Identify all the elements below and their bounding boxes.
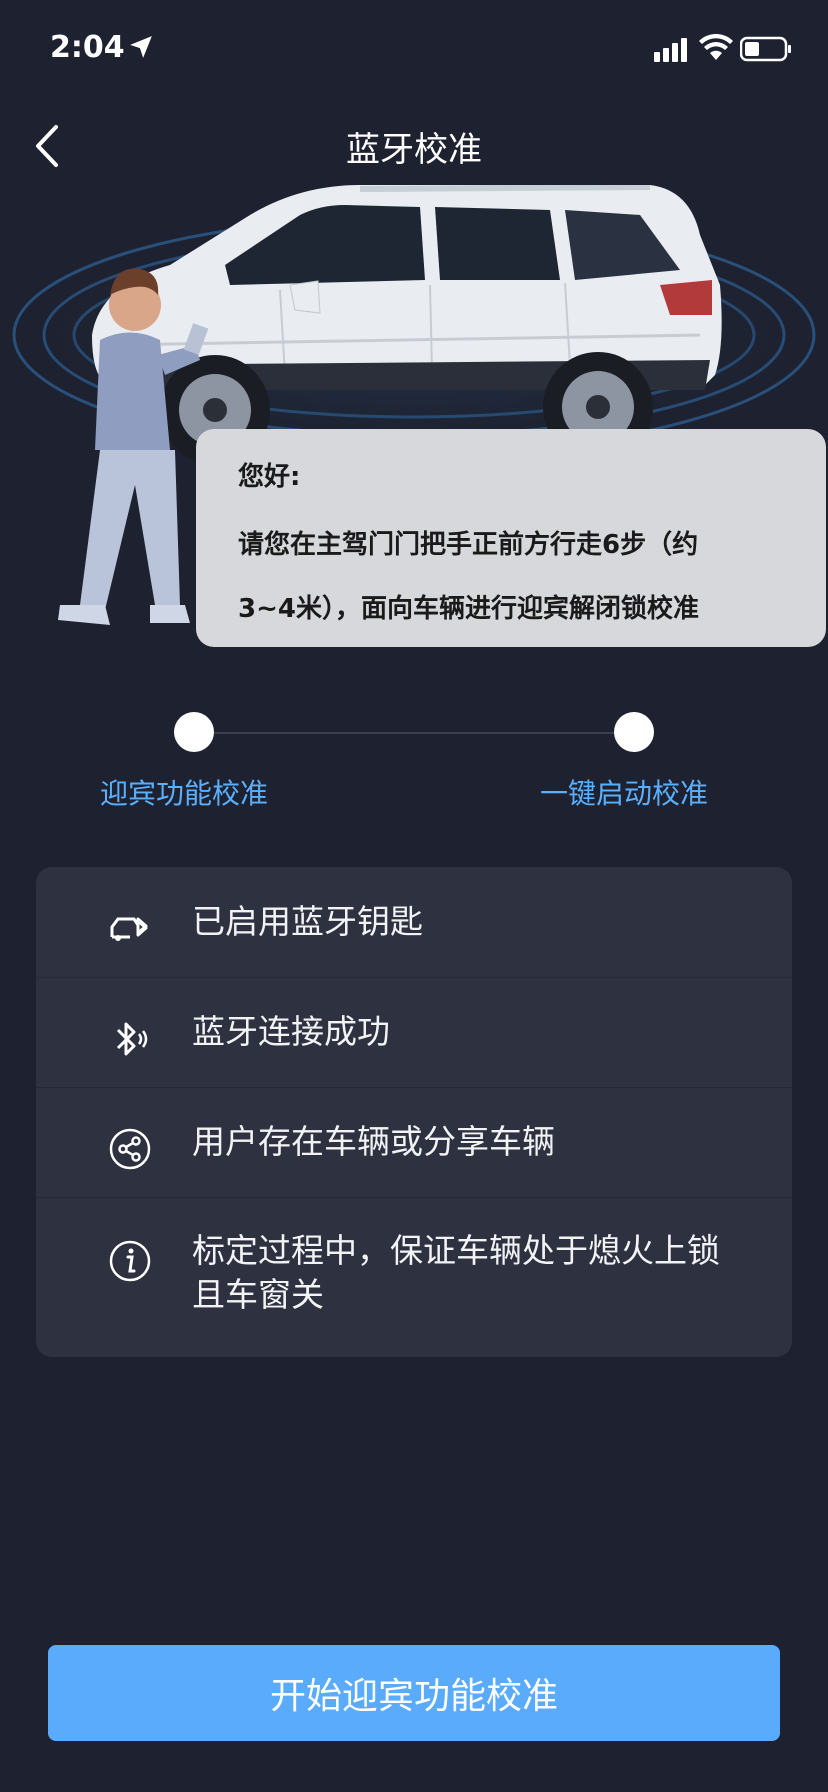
step-label-keyless-start: 一键启动校准 xyxy=(540,777,709,810)
step-dot-keyless-start xyxy=(614,712,654,752)
checklist-item: 用户存在车辆或分享车辆 xyxy=(36,1087,792,1198)
calibration-stepper: 迎宾功能校准 一键启动校准 xyxy=(0,700,828,820)
checklist-text: 已启用蓝牙钥匙 xyxy=(192,902,423,941)
checklist-item: 已启用蓝牙钥匙 xyxy=(36,867,792,978)
page-title: 蓝牙校准 xyxy=(346,130,482,170)
checklist-text: 标定过程中，保证车辆处于熄火上锁且车窗关 xyxy=(192,1231,720,1314)
greeting-card: 您好: 请您在主驾门门把手正前方行走6步（约 3~4米），面向车辆进行迎宾解闭锁… xyxy=(196,429,826,647)
greeting-line-2: 3~4米），面向车辆进行迎宾解闭锁校准 xyxy=(238,594,699,624)
battery-icon xyxy=(740,36,791,62)
greeting-line-1: 请您在主驾门门把手正前方行走6步（约 xyxy=(238,530,699,560)
start-calibration-button[interactable]: 开始迎宾功能校准 xyxy=(48,1645,780,1741)
step-dot-welcome xyxy=(174,712,214,752)
checklist-item: 标定过程中，保证车辆处于熄火上锁且车窗关 xyxy=(36,1197,792,1357)
share-icon xyxy=(109,1128,151,1170)
requirements-checklist: 已启用蓝牙钥匙 蓝牙连接成功 用户存在车辆或分享车辆 标定过程中，保证车辆处于熄… xyxy=(36,867,792,1357)
greeting-title: 您好: xyxy=(238,462,301,492)
location-arrow-icon xyxy=(130,36,152,58)
bluetooth-icon xyxy=(116,1022,148,1056)
greeting-instructions: 请您在主驾门门把手正前方行走6步（约 3~4米），面向车辆进行迎宾解闭锁校准 xyxy=(238,513,806,641)
status-bar: 2:04 xyxy=(0,0,828,100)
stepper-line xyxy=(194,732,634,734)
hero-illustration: 您好: 请您在主驾门门把手正前方行走6步（约 3~4米），面向车辆进行迎宾解闭锁… xyxy=(0,185,828,655)
checklist-text: 用户存在车辆或分享车辆 xyxy=(192,1122,555,1161)
checklist-text: 蓝牙连接成功 xyxy=(192,1012,390,1051)
info-icon xyxy=(109,1240,151,1282)
cellular-signal-icon xyxy=(654,38,687,62)
car-bluetooth-key-icon xyxy=(110,917,148,941)
step-label-welcome: 迎宾功能校准 xyxy=(100,777,269,810)
status-time: 2:04 xyxy=(50,30,125,65)
checklist-item: 蓝牙连接成功 xyxy=(36,977,792,1088)
wifi-icon xyxy=(699,34,733,60)
